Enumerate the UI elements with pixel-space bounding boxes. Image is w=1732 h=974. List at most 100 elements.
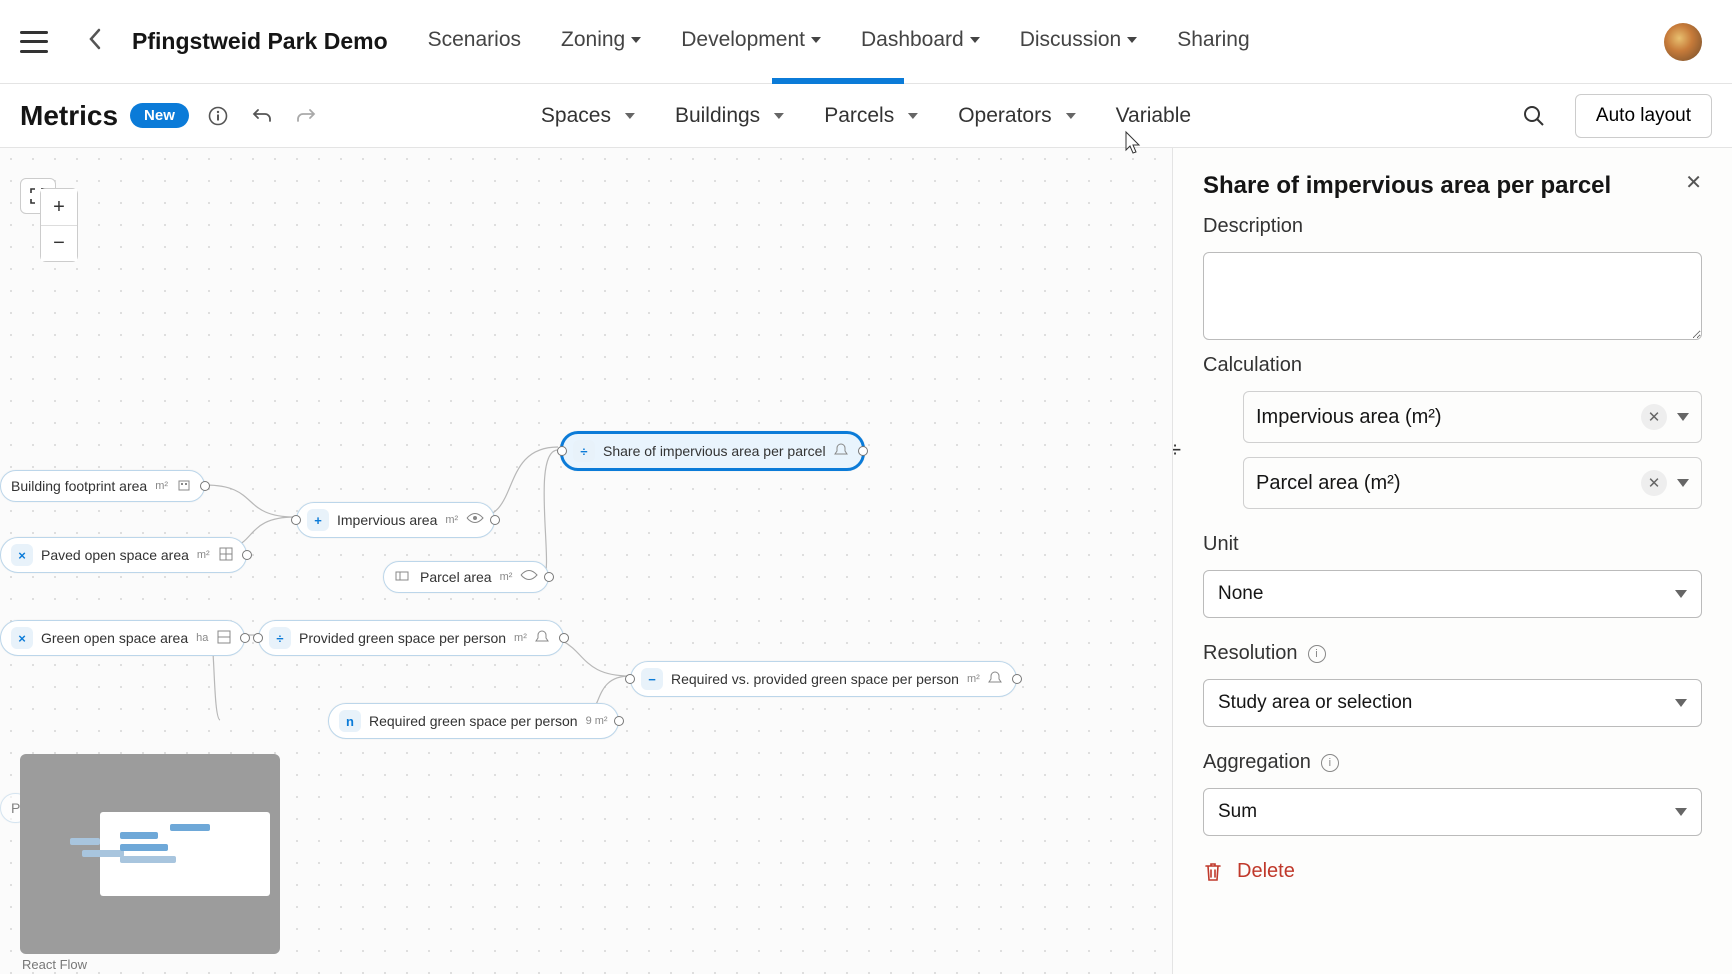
close-panel-button[interactable]: ✕ <box>1685 170 1702 195</box>
caret-down-icon <box>970 37 980 43</box>
building-icon <box>176 477 194 495</box>
node-label: Building footprint area <box>11 478 147 494</box>
tool-operators[interactable]: Operators <box>958 104 1075 128</box>
node-unit: m² <box>197 549 210 561</box>
info-icon[interactable] <box>207 105 229 127</box>
node-unit: m² <box>500 571 513 583</box>
project-title: Pfingstweid Park Demo <box>132 28 388 55</box>
eye-off-icon <box>520 568 538 586</box>
aggregation-label: Aggregation i <box>1203 751 1702 774</box>
aggregation-value: Sum <box>1218 801 1257 823</box>
nav-discussion[interactable]: Discussion <box>1020 28 1138 56</box>
bell-icon <box>834 442 852 460</box>
nav-development[interactable]: Development <box>681 28 821 56</box>
nav-zoning[interactable]: Zoning <box>561 28 641 56</box>
calc-operand-a[interactable]: Impervious area (m²) ✕ <box>1243 391 1702 443</box>
node-unit: m² <box>155 480 168 492</box>
remove-operand-button[interactable]: ✕ <box>1641 470 1667 496</box>
node-unit: 9 m² <box>586 715 608 727</box>
zoom-in-button[interactable]: + <box>41 189 77 225</box>
node-parcel-area[interactable]: Parcel area m² <box>383 561 549 593</box>
panel-title: Share of impervious area per parcel <box>1203 170 1611 201</box>
resolution-label-text: Resolution <box>1203 642 1298 665</box>
node-label: Provided green space per person <box>299 630 506 646</box>
calc-b-label: Parcel area (m²) <box>1256 472 1631 495</box>
zoom-out-button[interactable]: − <box>41 225 77 261</box>
aggregation-label-text: Aggregation <box>1203 751 1311 774</box>
redo-button[interactable] <box>295 105 317 127</box>
calc-operand-b[interactable]: Parcel area (m²) ✕ <box>1243 457 1702 509</box>
undo-button[interactable] <box>251 105 273 127</box>
node-label: Green open space area <box>41 630 188 646</box>
caret-down-icon <box>811 37 821 43</box>
description-label: Description <box>1203 215 1702 238</box>
aggregation-select[interactable]: Sum <box>1203 788 1702 836</box>
nav-sharing-label: Sharing <box>1177 28 1249 52</box>
unit-select[interactable]: None <box>1203 570 1702 618</box>
node-provided-green[interactable]: ÷ Provided green space per person m² <box>258 620 564 656</box>
node-building-footprint[interactable]: Building footprint area m² <box>0 470 205 502</box>
node-unit: m² <box>445 514 458 526</box>
nav-sharing[interactable]: Sharing <box>1177 28 1249 56</box>
back-button[interactable] <box>88 28 102 55</box>
chevron-down-icon <box>774 113 784 119</box>
nav-zoning-label: Zoning <box>561 28 625 52</box>
op-icon: n <box>339 710 361 732</box>
tool-parcels-label: Parcels <box>824 104 894 128</box>
calc-a-label: Impervious area (m²) <box>1256 406 1631 429</box>
delete-button[interactable]: Delete <box>1203 860 1702 883</box>
node-label: Required vs. provided green space per pe… <box>671 671 959 687</box>
node-impervious-area[interactable]: + Impervious area m² <box>296 502 495 538</box>
node-share-impervious[interactable]: ÷ Share of impervious area per parcel <box>560 431 865 471</box>
node-required-green[interactable]: n Required green space per person 9 m² <box>328 703 619 739</box>
node-req-vs-prov[interactable]: − Required vs. provided green space per … <box>630 661 1017 697</box>
chevron-down-icon <box>1675 590 1687 598</box>
node-label: Paved open space area <box>41 547 189 563</box>
node-label: Impervious area <box>337 512 437 528</box>
tool-spaces[interactable]: Spaces <box>541 104 635 128</box>
auto-layout-button[interactable]: Auto layout <box>1575 94 1712 138</box>
tool-buildings[interactable]: Buildings <box>675 104 784 128</box>
tool-variable[interactable]: Variable <box>1116 104 1192 128</box>
chevron-down-icon <box>1675 699 1687 707</box>
unit-label: Unit <box>1203 533 1702 556</box>
node-unit: ha <box>196 632 208 644</box>
minimap[interactable] <box>20 754 280 954</box>
hamburger-menu-icon[interactable] <box>20 31 48 53</box>
nav-scenarios-label: Scenarios <box>428 28 521 52</box>
grid-icon <box>218 546 236 564</box>
op-icon: + <box>307 509 329 531</box>
node-paved-open-space[interactable]: × Paved open space area m² <box>0 537 247 573</box>
search-icon[interactable] <box>1523 105 1545 127</box>
user-avatar[interactable] <box>1664 23 1702 61</box>
bell-icon <box>988 670 1006 688</box>
remove-operand-button[interactable]: ✕ <box>1641 404 1667 430</box>
op-icon: ÷ <box>573 440 595 462</box>
react-flow-attribution: React Flow <box>22 957 87 972</box>
nav-dashboard[interactable]: Dashboard <box>861 28 980 56</box>
node-label: P <box>11 800 20 816</box>
chevron-down-icon[interactable] <box>1677 479 1689 487</box>
tool-parcels[interactable]: Parcels <box>824 104 918 128</box>
resolution-select[interactable]: Study area or selection <box>1203 679 1702 727</box>
tool-variable-label: Variable <box>1116 104 1192 128</box>
grid-icon <box>216 629 234 647</box>
nav-development-label: Development <box>681 28 805 52</box>
info-icon[interactable]: i <box>1308 645 1326 663</box>
description-input[interactable] <box>1203 252 1702 340</box>
chevron-down-icon <box>625 113 635 119</box>
nav-scenarios[interactable]: Scenarios <box>428 28 521 56</box>
node-unit: m² <box>514 632 527 644</box>
divide-icon: ÷ <box>1172 437 1181 463</box>
eye-icon <box>466 511 484 529</box>
chevron-down-icon[interactable] <box>1677 413 1689 421</box>
info-icon[interactable]: i <box>1321 754 1339 772</box>
node-label: Share of impervious area per parcel <box>603 443 826 459</box>
node-green-open-space[interactable]: × Green open space area ha <box>0 620 245 656</box>
page-title: Metrics <box>20 100 118 132</box>
calculation-label: Calculation <box>1203 354 1702 377</box>
nav-dashboard-label: Dashboard <box>861 28 964 52</box>
chevron-down-icon <box>908 113 918 119</box>
chevron-down-icon <box>1066 113 1076 119</box>
parcel-icon <box>394 568 412 586</box>
